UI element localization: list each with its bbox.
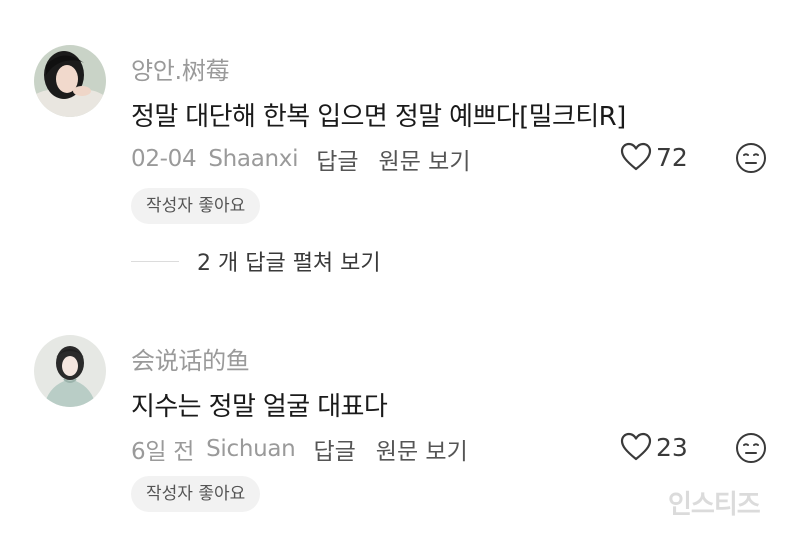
username[interactable]: 会说话的鱼	[131, 341, 250, 376]
view-original-button[interactable]: 원문 보기	[376, 432, 468, 466]
reply-button[interactable]: 답글	[313, 432, 355, 466]
comment-text: 정말 대단해 한복 입으면 정말 예쁘다[밀크티R]	[131, 102, 626, 132]
comment-text: 지수는 정말 얼굴 대표다	[131, 392, 388, 422]
divider	[131, 260, 179, 262]
comment-date: 02-04	[131, 146, 197, 172]
like-button[interactable]: 23	[620, 432, 688, 462]
heart-outline-icon	[620, 432, 652, 462]
expand-replies-button[interactable]: 2 개 답글 펼쳐 보기	[131, 245, 381, 277]
author-liked-badge: 작성자 좋아요	[131, 476, 261, 512]
heart-outline-icon	[620, 142, 652, 172]
like-button[interactable]: 72	[620, 142, 688, 172]
comment-meta: 6일 전 Sichuan 답글 원문 보기	[131, 432, 468, 466]
comment-date: 6일 전	[131, 439, 195, 465]
comment-location: Sichuan	[206, 436, 296, 462]
neutral-face-icon[interactable]	[735, 142, 767, 174]
neutral-face-icon[interactable]	[735, 432, 767, 464]
username[interactable]: 양안.树莓	[131, 51, 230, 86]
avatar[interactable]	[34, 335, 106, 407]
view-original-button[interactable]: 원문 보기	[379, 142, 471, 176]
reply-button[interactable]: 답글	[316, 142, 358, 176]
avatar-image	[34, 335, 106, 407]
author-liked-badge: 작성자 좋아요	[131, 188, 261, 224]
avatar-image	[34, 45, 106, 117]
comment-location: Shaanxi	[208, 146, 299, 172]
avatar[interactable]	[34, 45, 106, 117]
like-count: 23	[656, 432, 688, 462]
expand-replies-label: 2 개 답글 펼쳐 보기	[197, 251, 381, 276]
like-count: 72	[656, 142, 688, 172]
comment-meta: 02-04 Shaanxi 답글 원문 보기	[131, 142, 470, 176]
watermark: 인스티즈	[668, 490, 761, 520]
